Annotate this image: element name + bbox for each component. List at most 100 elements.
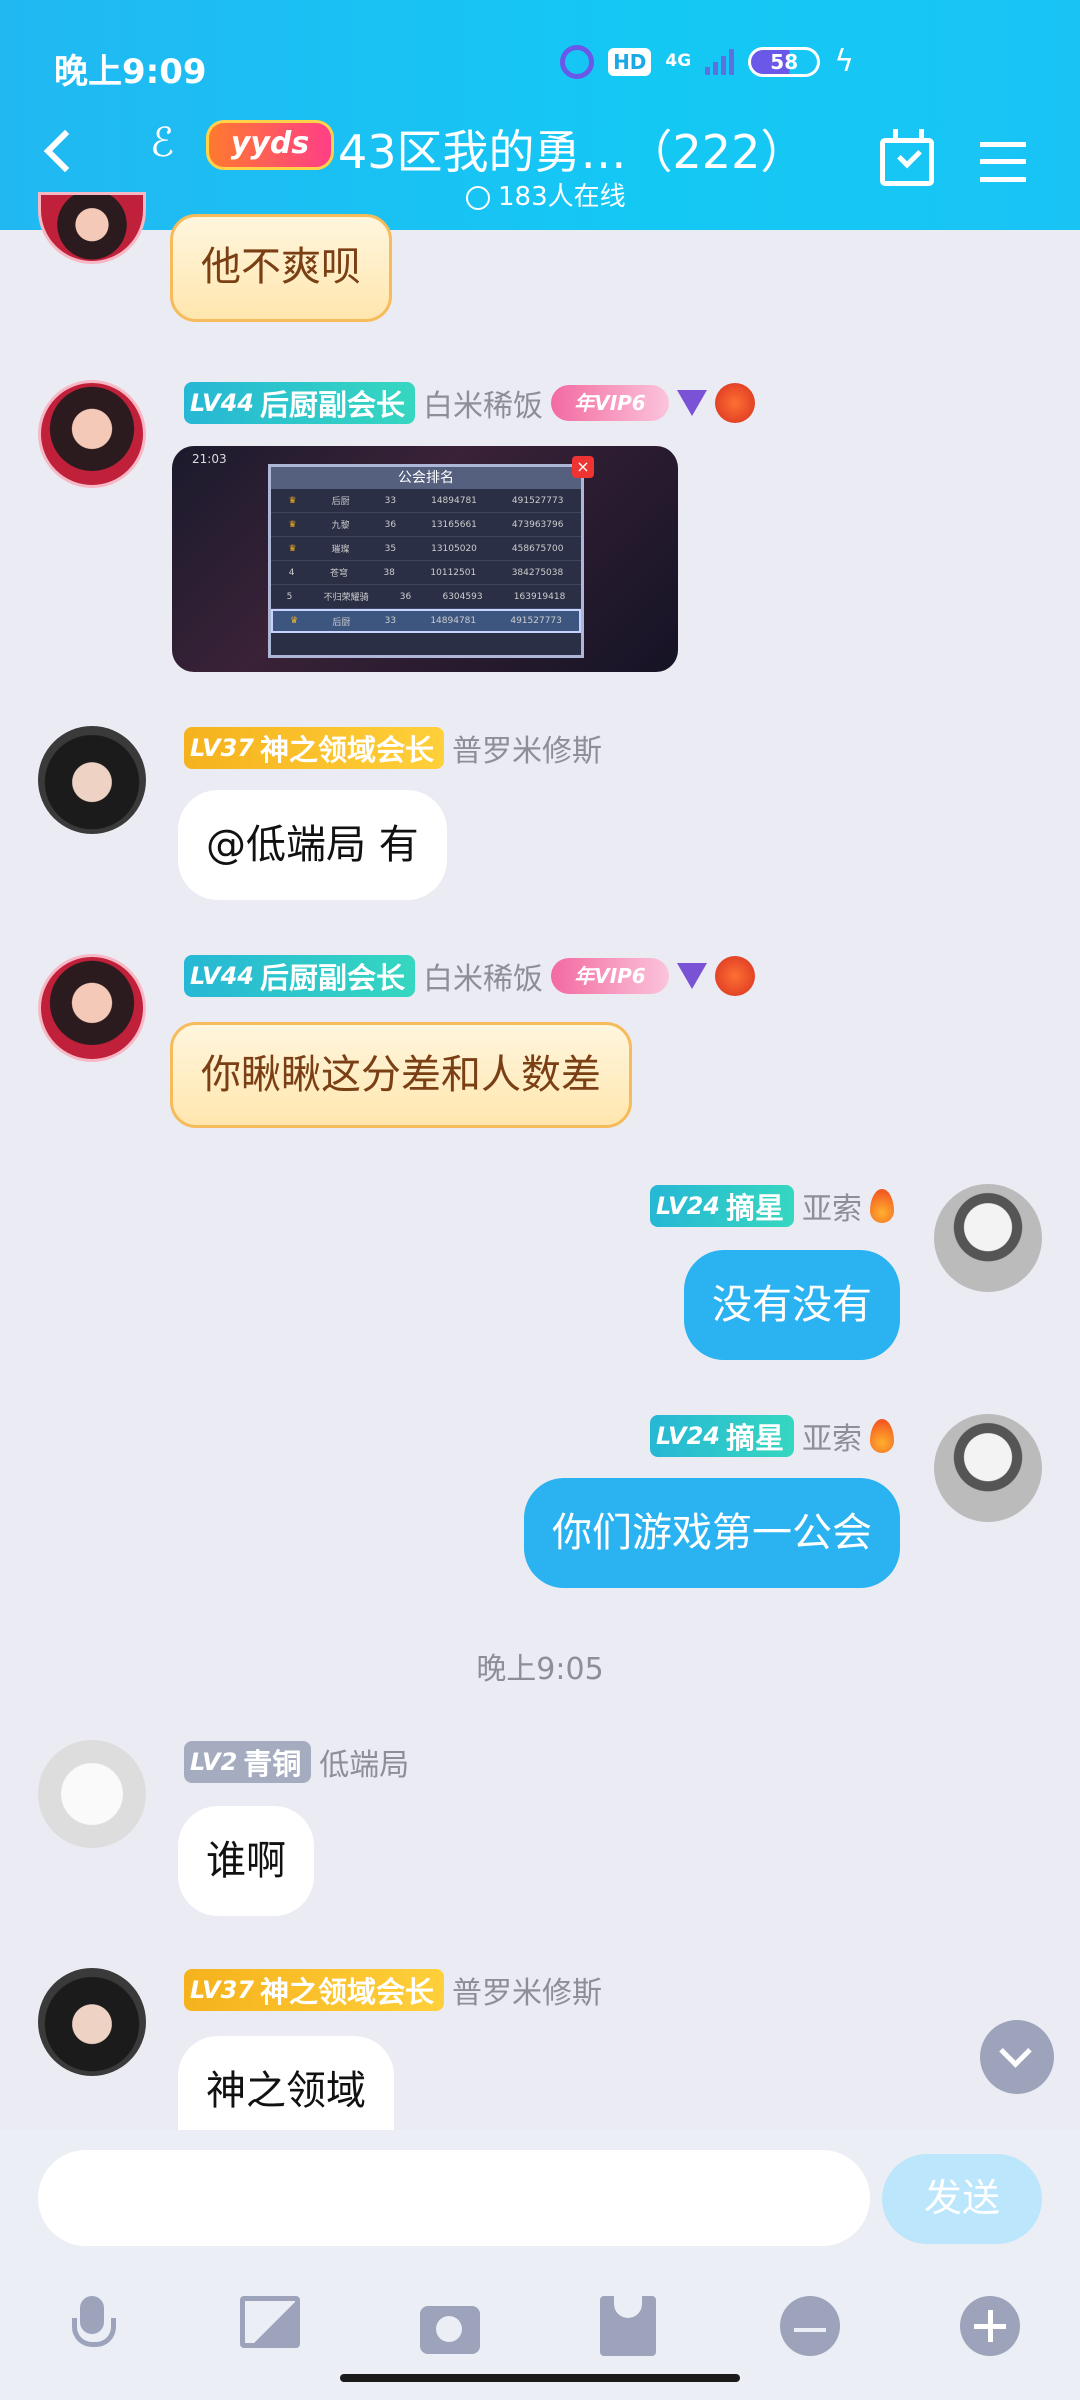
avatar[interactable] (38, 1740, 146, 1848)
ranking-cell-name: 九黎 (331, 521, 350, 531)
image-message[interactable]: 21:03 公会排名 ♛ 后厨 33 14894781 491527773 ♛ 九黎 36 13… (172, 446, 678, 672)
back-icon[interactable] (43, 129, 87, 173)
ranking-cell-total: 384275038 (511, 567, 564, 578)
message-bubble[interactable]: @低端局 有 (178, 790, 447, 900)
ranking-cell-name: 后厨 (331, 497, 350, 507)
avatar[interactable] (38, 726, 146, 834)
fire-icon (870, 1189, 894, 1223)
ranking-row: 5 不归荣耀骑 36 6304593 163919418 (271, 585, 581, 609)
role-title: 摘星 (725, 1421, 784, 1455)
avatar[interactable] (38, 380, 146, 488)
sender-tag: LV2 青铜 低端局 (184, 1740, 409, 1784)
level-number: LV2 (190, 1748, 238, 1776)
menu-icon[interactable] (980, 142, 1026, 182)
ranking-cell-score: 14894781 (430, 616, 477, 626)
message-bubble[interactable]: 他不爽呗 (170, 214, 392, 322)
ranking-cell-members: 36 (399, 591, 412, 602)
ranking-row: ♛ 后厨 33 14894781 491527773 (271, 609, 581, 633)
sender-tag: LV37 神之领域会长 普罗米修斯 (184, 726, 602, 770)
status-icons: HD 4G 58 ϟ (560, 44, 854, 79)
level-number: LV37 (190, 1976, 254, 2004)
message-bubble[interactable]: 谁啊 (178, 1806, 314, 1916)
sender-name[interactable]: 白米稀饭 (423, 381, 543, 425)
group-title[interactable]: 43区我的勇…（222） (338, 116, 806, 182)
plus-icon[interactable] (960, 2296, 1020, 2356)
ranking-cell-rank: ♛ (288, 495, 297, 506)
sender-name[interactable]: 亚索 (802, 1184, 862, 1228)
message-bubble[interactable]: 没有没有 (684, 1250, 900, 1360)
ranking-cell-rank: ♛ (290, 616, 299, 626)
avatar[interactable] (38, 954, 146, 1062)
avatar[interactable] (934, 1184, 1042, 1292)
ranking-cell-score: 6304593 (442, 591, 483, 602)
avatar[interactable] (38, 1968, 146, 2076)
role-title: 神之领域会长 (259, 733, 434, 767)
ranking-cell-score: 13165661 (431, 519, 477, 530)
role-title: 摘星 (725, 1191, 784, 1225)
online-icon (466, 185, 490, 210)
checkin-calendar-icon[interactable] (880, 129, 934, 186)
timestamp: 晚上9:05 (476, 1652, 604, 1687)
level-badge: LV44 后厨副会长 (184, 955, 415, 997)
message-input[interactable] (38, 2150, 870, 2246)
ranking-cell-rank: 5 (286, 591, 293, 602)
hd-icon: HD (608, 47, 652, 76)
emoji-icon[interactable] (780, 2296, 840, 2356)
ranking-cell-rank: 4 (288, 567, 295, 578)
message-bubble[interactable]: 神之领域 (178, 2036, 394, 2130)
dragon-icon (714, 383, 755, 423)
sender-name[interactable]: 低端局 (319, 1740, 409, 1784)
level-number: LV44 (190, 389, 254, 417)
charging-icon: ϟ (834, 44, 854, 79)
message-bubble[interactable]: 你瞅瞅这分差和人数差 (170, 1022, 632, 1128)
ranking-cell-name: 后厨 (332, 617, 351, 628)
role-title: 后厨副会长 (259, 388, 405, 422)
ranking-cell-name: 璀璨 (331, 545, 350, 555)
sender-name[interactable]: 亚索 (802, 1414, 862, 1458)
camera-icon[interactable] (420, 2306, 480, 2354)
microphone-icon[interactable] (62, 2296, 122, 2356)
composer: 发送 (0, 2130, 1080, 2400)
level-number: LV44 (190, 962, 254, 990)
send-button[interactable]: 发送 (882, 2154, 1042, 2244)
close-icon: × (572, 456, 594, 478)
role-title: 青铜 (243, 1747, 302, 1781)
level-badge: LV44 后厨副会长 (184, 382, 415, 424)
ranking-row: ♛ 璀璨 35 13105020 458675700 (271, 537, 581, 561)
ranking-cell-score: 14894781 (431, 495, 477, 506)
sender-name[interactable]: 普罗米修斯 (452, 1968, 602, 2012)
level-badge: LV24 摘星 (650, 1415, 794, 1457)
status-time: 晚上9:09 (54, 52, 207, 92)
ranking-row: ♛ 后厨 33 14894781 491527773 (271, 489, 581, 513)
ear-icon[interactable]: ℰ (150, 120, 174, 166)
sender-tag: LV37 神之领域会长 普罗米修斯 (184, 1968, 602, 2012)
vip-badge: 年VIP6 (550, 385, 669, 421)
sender-tag: LV44 后厨副会长 白米稀饭 年VIP6 (184, 954, 755, 998)
ranking-cell-members: 38 (383, 567, 395, 578)
chat-header: 晚上9:09 HD 4G 58 ϟ ℰ yyds 43区我的勇…（222） 18… (0, 0, 1080, 230)
ranking-cell-name: 苍穹 (329, 569, 348, 579)
scroll-down-button[interactable] (980, 2020, 1054, 2094)
ranking-cell-score: 10112501 (430, 567, 477, 578)
avatar[interactable] (38, 192, 146, 264)
ranking-row: ♛ 九黎 36 13165661 473963796 (271, 513, 581, 537)
role-title: 后厨副会长 (259, 961, 405, 995)
home-indicator (340, 2374, 740, 2382)
ranking-cell-total: 491527773 (510, 616, 562, 626)
sender-name[interactable]: 普罗米修斯 (452, 726, 602, 770)
vip-badge: 年VIP6 (550, 958, 669, 994)
avatar[interactable] (934, 1414, 1042, 1522)
ranking-cell-members: 33 (384, 616, 397, 626)
sender-name[interactable]: 白米稀饭 (423, 954, 543, 998)
sender-tag: LV24 摘星 亚索 (650, 1184, 894, 1228)
red-packet-icon[interactable] (600, 2296, 656, 2356)
dragon-icon (714, 956, 755, 996)
ranking-cell-total: 491527773 (511, 495, 564, 506)
message-bubble[interactable]: 你们游戏第一公会 (524, 1478, 900, 1588)
signal-icon (705, 48, 735, 75)
level-badge: LV24 摘星 (650, 1185, 794, 1227)
network-label: 4G (665, 51, 692, 71)
ranking-panel: 公会排名 ♛ 后厨 33 14894781 491527773 ♛ 九黎 36 13165661… (268, 464, 584, 658)
image-icon[interactable] (240, 2296, 300, 2348)
ranking-cell-members: 36 (384, 519, 397, 530)
